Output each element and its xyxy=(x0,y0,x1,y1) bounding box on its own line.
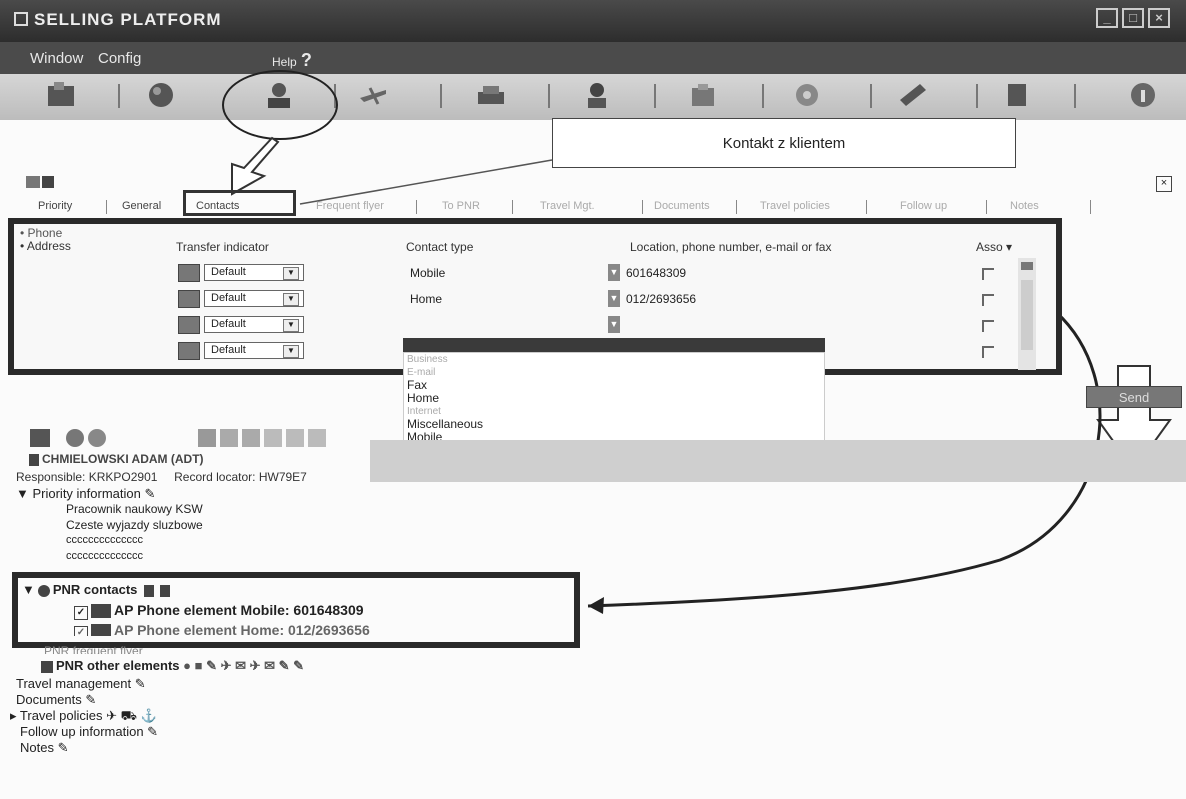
associate-checkbox[interactable] xyxy=(982,320,994,332)
nav-phone[interactable]: • Phone xyxy=(20,226,62,240)
record-info: Responsible: KRKPO2901 Record locator: H… xyxy=(16,470,307,484)
copy-icon[interactable] xyxy=(220,429,238,447)
pnr-other-elements-node[interactable]: PNR other elements ● ■ ✎ ✈ ✉ ✈ ✉ ✎ ✎ xyxy=(38,658,304,674)
pnr-contact-item[interactable]: ✓ AP Phone element Mobile: 601648309 xyxy=(74,602,364,620)
header-transfer-indicator: Transfer indicator xyxy=(176,240,269,254)
dropdown-option[interactable]: Fax xyxy=(404,379,824,392)
contact-type-value[interactable]: Mobile xyxy=(410,266,445,280)
pencil-icon[interactable] xyxy=(42,176,54,188)
transfer-icon[interactable] xyxy=(178,342,200,360)
associate-checkbox[interactable] xyxy=(982,346,994,358)
contact-type-dropdown-button[interactable]: ▼ xyxy=(608,316,620,333)
send-button[interactable]: Send xyxy=(1086,386,1182,408)
tab-follow-up[interactable]: Follow up xyxy=(900,200,947,212)
history-icon[interactable] xyxy=(286,429,304,447)
priority-information-node[interactable]: ▼ Priority information ✎ xyxy=(16,486,155,502)
transfer-select[interactable]: Default ▼ xyxy=(204,290,304,307)
contact-type-dropdown-button[interactable]: ▼ xyxy=(608,264,620,281)
contacts-tab-highlight xyxy=(183,190,296,216)
ignore-icon[interactable] xyxy=(88,429,106,447)
header-associate: Asso ▾ xyxy=(976,240,1013,254)
transfer-select[interactable]: Default ▼ xyxy=(204,342,304,359)
pnr-contact-item[interactable]: ✓ AP Phone element Home: 012/2693656 xyxy=(74,622,370,636)
pnr-frequent-flyer-node[interactable]: PNR frequent flyer xyxy=(44,644,143,654)
tab-priority[interactable]: Priority xyxy=(38,200,72,212)
transfer-icon[interactable] xyxy=(178,264,200,282)
transfer-select[interactable]: Default ▼ xyxy=(204,316,304,333)
refresh-icon[interactable] xyxy=(66,429,84,447)
location-value[interactable]: 012/2693656 xyxy=(626,292,696,306)
priority-line: Pracownik naukowy KSW xyxy=(66,502,203,516)
dropdown-option[interactable]: E-mail xyxy=(404,366,824,379)
dropdown-option[interactable]: Business xyxy=(404,353,824,366)
transfer-icon[interactable] xyxy=(178,290,200,308)
record-header-strip xyxy=(370,440,1186,482)
travel-management-node[interactable]: Travel management ✎ xyxy=(16,676,146,692)
header-contact-type: Contact type xyxy=(406,240,474,254)
documents-node[interactable]: Documents ✎ xyxy=(16,692,96,708)
scroll-thumb[interactable] xyxy=(1021,280,1033,350)
queue-icon[interactable] xyxy=(264,429,282,447)
header-location: Location, phone number, e-mail or fax xyxy=(630,240,832,254)
priority-line: cccccccccccccc xyxy=(66,534,143,546)
dropdown-header xyxy=(403,338,825,352)
nav-address[interactable]: • Address xyxy=(20,239,71,253)
close-panel-icon[interactable]: × xyxy=(1156,176,1172,192)
tab-to-pnr[interactable]: To PNR xyxy=(442,200,480,212)
location-value[interactable]: 601648309 xyxy=(626,266,686,280)
tab-general[interactable]: General xyxy=(122,200,161,212)
associate-checkbox[interactable] xyxy=(982,294,994,306)
scroll-up-arrow[interactable] xyxy=(1021,262,1033,270)
dropdown-option[interactable]: Home xyxy=(404,392,824,405)
transfer-select[interactable]: Default ▼ xyxy=(204,264,304,281)
priority-line: Czeste wyjazdy sluzbowe xyxy=(66,518,203,532)
tab-travel-mgt[interactable]: Travel Mgt. xyxy=(540,200,595,212)
contact-type-dropdown-button[interactable]: ▼ xyxy=(608,290,620,307)
follow-up-node[interactable]: Follow up information ✎ xyxy=(20,724,158,740)
pnr-contacts-node[interactable]: ▼ PNR contacts xyxy=(22,582,173,597)
tab-travel-policies[interactable]: Travel policies xyxy=(760,200,830,212)
notes-node[interactable]: Notes ✎ xyxy=(20,740,68,756)
passenger-name[interactable]: CHMIELOWSKI ADAM (ADT) xyxy=(26,452,204,466)
tab-notes[interactable]: Notes xyxy=(1010,200,1039,212)
vertical-scrollbar[interactable] xyxy=(1018,258,1036,370)
save-icon[interactable] xyxy=(30,429,50,447)
email-icon[interactable] xyxy=(308,429,326,447)
tab-frequent-flyer[interactable]: Frequent flyer xyxy=(316,200,384,212)
print-icon[interactable] xyxy=(198,429,216,447)
tab-documents[interactable]: Documents xyxy=(654,200,710,212)
contact-type-value[interactable]: Home xyxy=(410,292,442,306)
edit-icon[interactable] xyxy=(26,176,40,188)
associate-checkbox[interactable] xyxy=(982,268,994,280)
paste-icon[interactable] xyxy=(242,429,260,447)
priority-line: cccccccccccccc xyxy=(66,550,143,562)
transfer-icon[interactable] xyxy=(178,316,200,334)
